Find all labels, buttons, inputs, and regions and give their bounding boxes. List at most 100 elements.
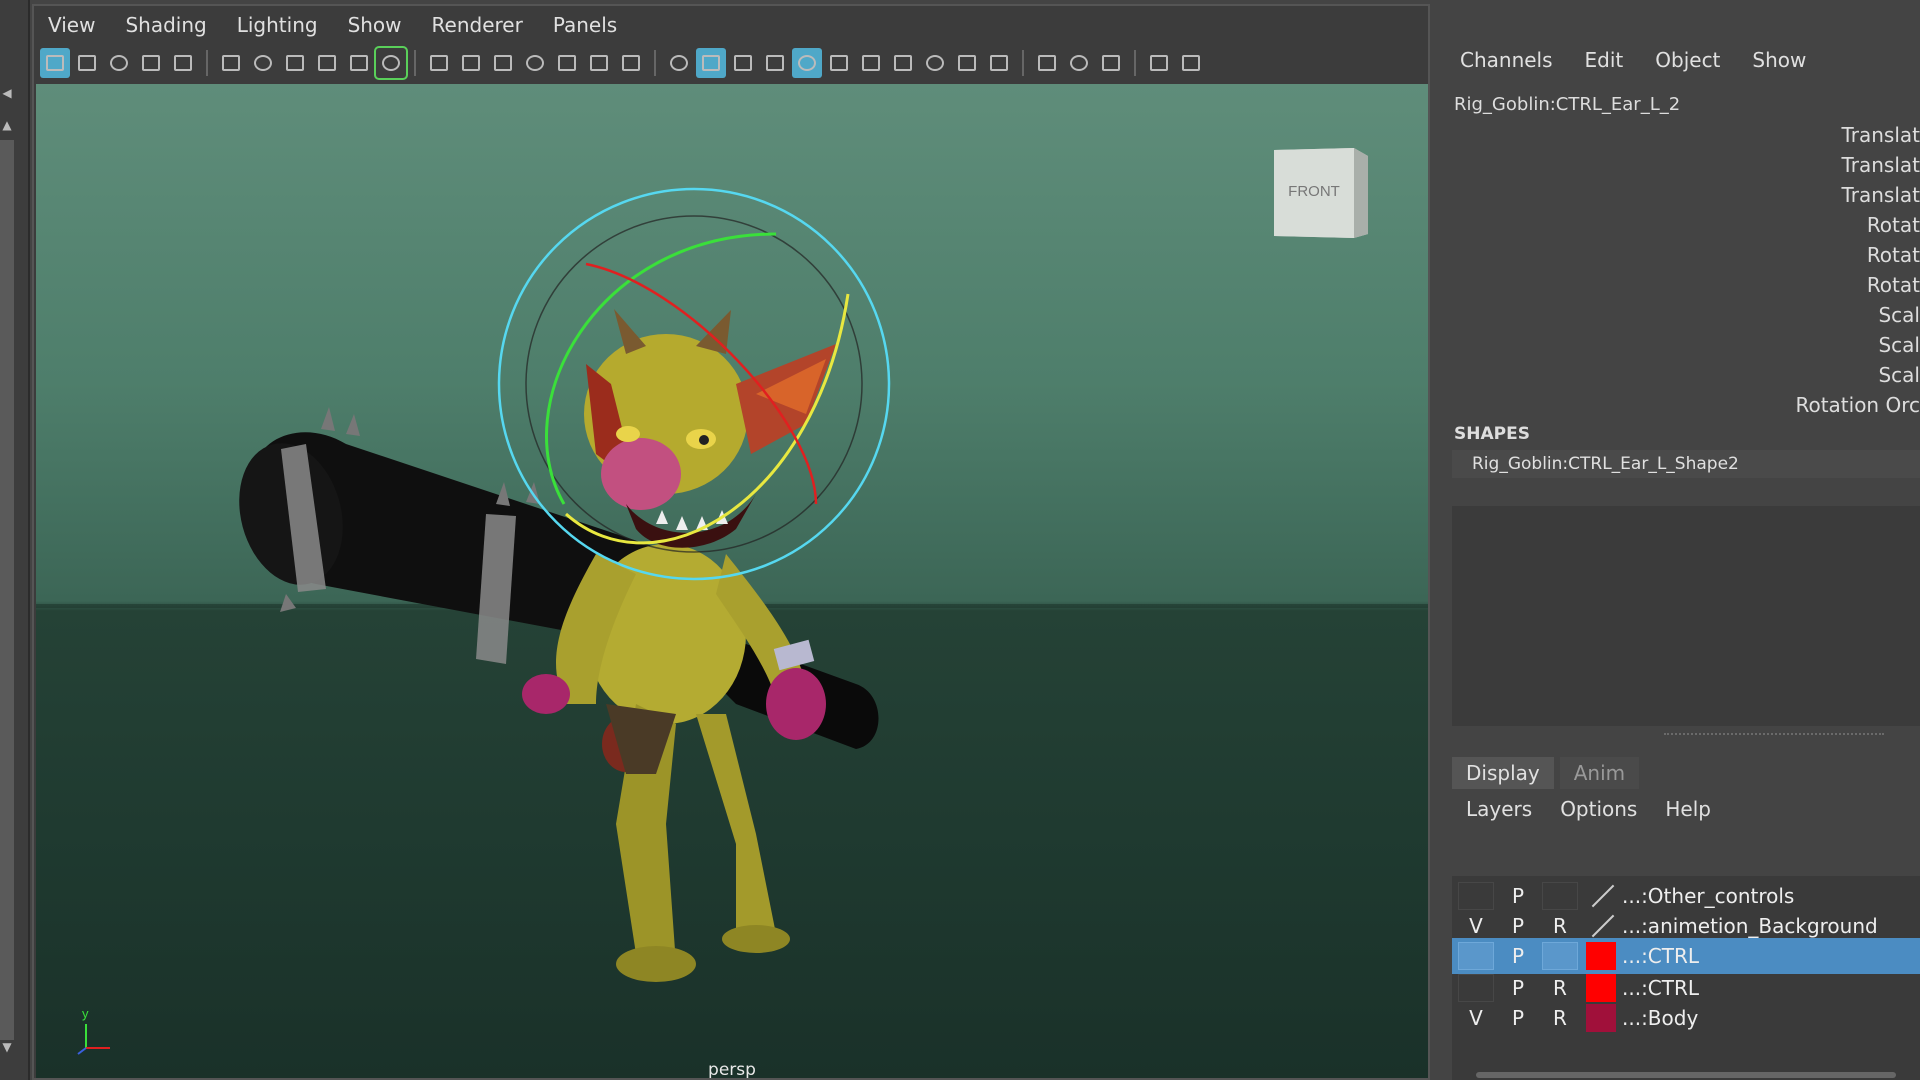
attribute-scale-z[interactable]: Scal — [1720, 360, 1920, 390]
menu-shading[interactable]: Shading — [125, 13, 206, 37]
resolution-gate-icon[interactable] — [488, 48, 518, 78]
layer-color-swatch[interactable] — [1586, 912, 1616, 940]
menu-object[interactable]: Object — [1655, 48, 1720, 72]
layer-color-swatch[interactable] — [1586, 974, 1616, 1002]
layer-toggle-r[interactable] — [1542, 942, 1578, 970]
grease-pencil-icon[interactable] — [374, 46, 408, 80]
layer-toggle-v[interactable]: V — [1458, 1004, 1494, 1032]
menu-channels[interactable]: Channels — [1460, 48, 1553, 72]
layer-color-swatch[interactable] — [1586, 1004, 1616, 1032]
attribute-scale-y[interactable]: Scal — [1720, 330, 1920, 360]
film-gate-icon[interactable] — [312, 48, 342, 78]
ambient-occlusion-icon[interactable] — [888, 48, 918, 78]
layer-row[interactable]: V P R ...:Body — [1452, 1000, 1920, 1036]
layer-name[interactable]: ...:CTRL — [1622, 944, 1699, 968]
xray-joints-icon[interactable] — [1064, 48, 1094, 78]
layer-name[interactable]: ...:Body — [1622, 1006, 1698, 1030]
layer-toggle-r[interactable]: R — [1542, 974, 1578, 1002]
layer-name[interactable]: ...:CTRL — [1622, 976, 1699, 1000]
viewport-renderer-glyph — [1182, 55, 1200, 71]
gate-mask-icon[interactable] — [520, 48, 550, 78]
lights-icon[interactable] — [824, 48, 854, 78]
camera-attr-icon[interactable] — [248, 48, 278, 78]
selected-node-name[interactable]: Rig_Goblin:CTRL_Ear_L_2 — [1454, 94, 1680, 115]
scroll-up-icon[interactable]: ▲ — [0, 118, 14, 132]
shadows-icon[interactable] — [856, 48, 886, 78]
layer-toggle-p[interactable]: P — [1500, 942, 1536, 970]
layer-toggle-r[interactable] — [1542, 882, 1578, 910]
lookthrough-icon[interactable] — [136, 48, 166, 78]
view-cube[interactable]: FRONT — [1270, 146, 1368, 238]
layer-toggle-p[interactable]: P — [1500, 974, 1536, 1002]
layer-toggle-v[interactable] — [1458, 942, 1494, 970]
menu-view[interactable]: View — [48, 13, 95, 37]
smooth-shade-icon[interactable] — [696, 48, 726, 78]
frame-selected-icon[interactable] — [104, 48, 134, 78]
xray-active-icon[interactable] — [1096, 48, 1126, 78]
menu-options[interactable]: Options — [1560, 797, 1637, 821]
select-camera-icon[interactable] — [40, 48, 70, 78]
attribute-translate-y[interactable]: Translat — [1720, 150, 1920, 180]
tab-anim[interactable]: Anim — [1559, 757, 1640, 789]
viewport-renderer-icon[interactable] — [1176, 48, 1206, 78]
scroll-down-icon[interactable]: ▼ — [0, 1040, 14, 1054]
default-material-icon[interactable] — [728, 48, 758, 78]
hscroll-thumb[interactable] — [1476, 1072, 1896, 1078]
attribute-rotate-x[interactable]: Rotat — [1720, 210, 1920, 240]
safe-action-icon[interactable] — [584, 48, 614, 78]
layer-row[interactable]: P ...:CTRL — [1452, 938, 1920, 974]
xray-glyph — [798, 55, 816, 71]
3d-viewport[interactable]: FRONT y persp — [36, 84, 1428, 1078]
anti-aliasing-icon[interactable] — [952, 48, 982, 78]
field-chart-icon[interactable] — [552, 48, 582, 78]
wireframe-icon[interactable] — [664, 48, 694, 78]
layer-toggle-v[interactable] — [1458, 882, 1494, 910]
shape-node-row[interactable]: Rig_Goblin:CTRL_Ear_L_Shape2 — [1452, 450, 1920, 478]
panel-splitter[interactable] — [1664, 733, 1884, 735]
layer-toggle-p[interactable]: P — [1500, 912, 1536, 940]
menu-layers[interactable]: Layers — [1466, 797, 1532, 821]
attribute-rotate-z[interactable]: Rotat — [1720, 270, 1920, 300]
layer-name[interactable]: ...:Other_controls — [1622, 884, 1794, 908]
layer-toggle-p[interactable]: P — [1500, 1004, 1536, 1032]
depth-of-field-icon[interactable] — [984, 48, 1014, 78]
menu-show[interactable]: Show — [348, 13, 402, 37]
layer-list-hscrollbar[interactable] — [1452, 1070, 1920, 1080]
layer-name[interactable]: ...:animetion_Background — [1622, 914, 1878, 938]
wireframe-on-shaded-icon[interactable] — [760, 48, 790, 78]
attribute-rotate-y[interactable]: Rotat — [1720, 240, 1920, 270]
layer-toggle-v[interactable]: V — [1458, 912, 1494, 940]
isolate-select-icon[interactable] — [1032, 48, 1062, 78]
camera-icon[interactable] — [216, 48, 246, 78]
menu-edit[interactable]: Edit — [1585, 48, 1624, 72]
grid-icon[interactable] — [424, 48, 454, 78]
menu-show[interactable]: Show — [1752, 48, 1806, 72]
image-plane-icon[interactable] — [344, 48, 374, 78]
attribute-translate-x[interactable]: Translat — [1720, 120, 1920, 150]
layer-toggle-r[interactable]: R — [1542, 912, 1578, 940]
layer-toggle-p[interactable]: P — [1500, 882, 1536, 910]
menu-help[interactable]: Help — [1665, 797, 1711, 821]
attribute-rotation-order[interactable]: Rotation Orc — [1720, 390, 1920, 420]
attribute-scale-x[interactable]: Scal — [1720, 300, 1920, 330]
toolbar-separator — [1022, 50, 1024, 76]
attribute-translate-z[interactable]: Translat — [1720, 180, 1920, 210]
film-gate-mask-icon[interactable] — [456, 48, 486, 78]
vertical-scrollbar[interactable] — [0, 140, 14, 1040]
layer-toggle-v[interactable] — [1458, 974, 1494, 1002]
xray-icon[interactable] — [792, 48, 822, 78]
menu-lighting[interactable]: Lighting — [237, 13, 318, 37]
tab-display[interactable]: Display — [1452, 757, 1554, 789]
camera-bookmark-icon[interactable] — [280, 48, 310, 78]
motion-blur-icon[interactable] — [920, 48, 950, 78]
hud-icon[interactable] — [1144, 48, 1174, 78]
layer-color-swatch[interactable] — [1586, 942, 1616, 970]
safe-title-icon[interactable] — [616, 48, 646, 78]
menu-panels[interactable]: Panels — [553, 13, 617, 37]
menu-renderer[interactable]: Renderer — [432, 13, 523, 37]
frame-all-icon[interactable] — [72, 48, 102, 78]
layer-toggle-r[interactable]: R — [1542, 1004, 1578, 1032]
collapse-arrow-icon[interactable]: ◀ — [0, 86, 14, 100]
layer-color-swatch[interactable] — [1586, 882, 1616, 910]
bookmark-icon[interactable] — [168, 48, 198, 78]
